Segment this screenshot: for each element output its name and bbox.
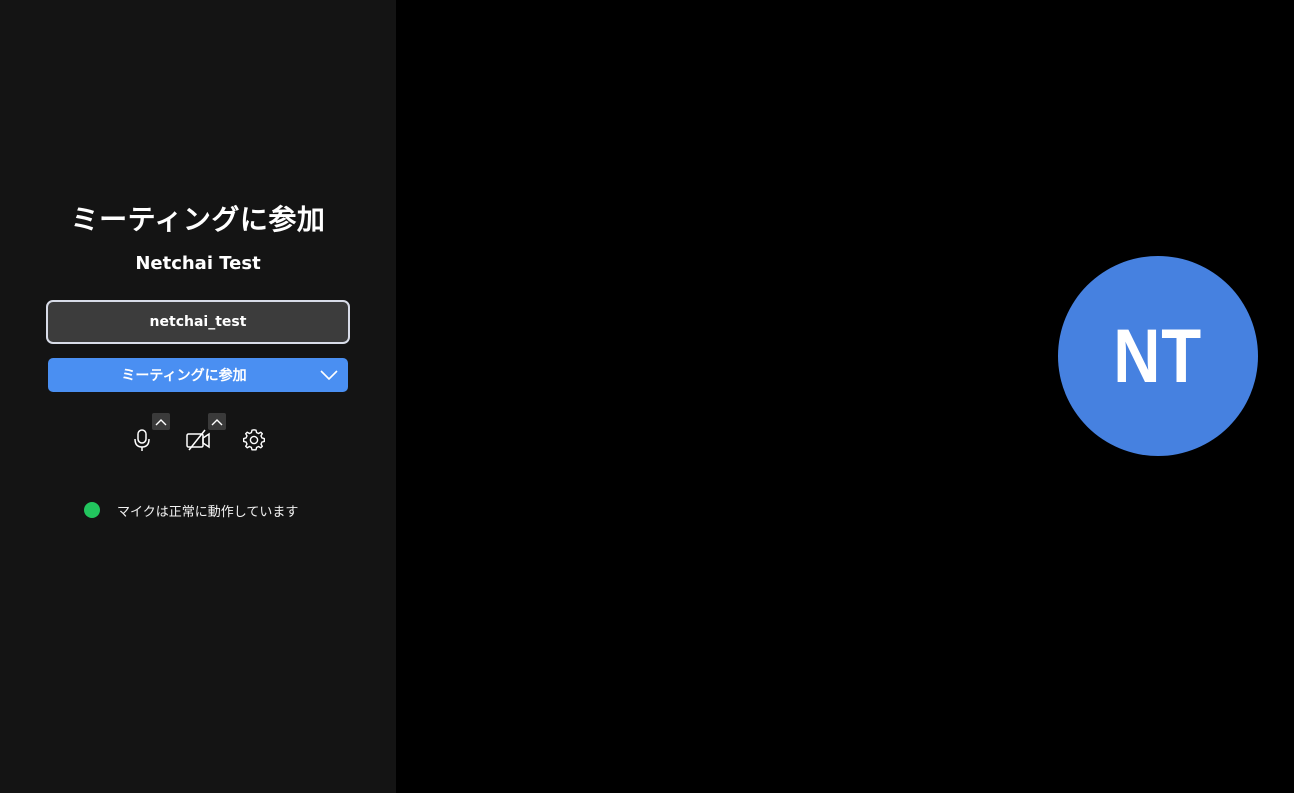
join-options-dropdown[interactable] xyxy=(310,358,348,392)
video-preview: NT xyxy=(396,0,1294,793)
page-title: ミーティングに参加 xyxy=(70,203,326,236)
status-indicator-dot xyxy=(84,502,100,518)
chevron-up-icon xyxy=(211,418,223,425)
mic-status-text: マイクは正常に動作しています xyxy=(117,504,299,520)
meeting-name: Netchai Test xyxy=(135,253,261,274)
media-controls xyxy=(120,412,280,460)
gear-icon xyxy=(243,429,265,451)
avatar-initials: NT xyxy=(1113,313,1203,399)
join-panel: ミーティングに参加 Netchai Test ミーティングに参加 xyxy=(0,0,396,793)
app-window: ミーティングに参加 Netchai Test ミーティングに参加 xyxy=(0,0,1294,793)
camera-options-button[interactable] xyxy=(208,413,226,430)
microphone-icon xyxy=(134,429,150,451)
avatar: NT xyxy=(1058,256,1258,456)
chevron-down-icon xyxy=(320,370,338,381)
display-name-input[interactable] xyxy=(46,300,350,344)
join-meeting-button-label: ミーティングに参加 xyxy=(121,368,247,384)
join-meeting-button[interactable]: ミーティングに参加 xyxy=(48,358,348,392)
chevron-up-icon xyxy=(155,418,167,425)
mic-status: マイクは正常に動作しています xyxy=(84,500,298,520)
camera-off-icon xyxy=(186,429,210,451)
settings-button[interactable] xyxy=(236,422,272,458)
microphone-options-button[interactable] xyxy=(152,413,170,430)
